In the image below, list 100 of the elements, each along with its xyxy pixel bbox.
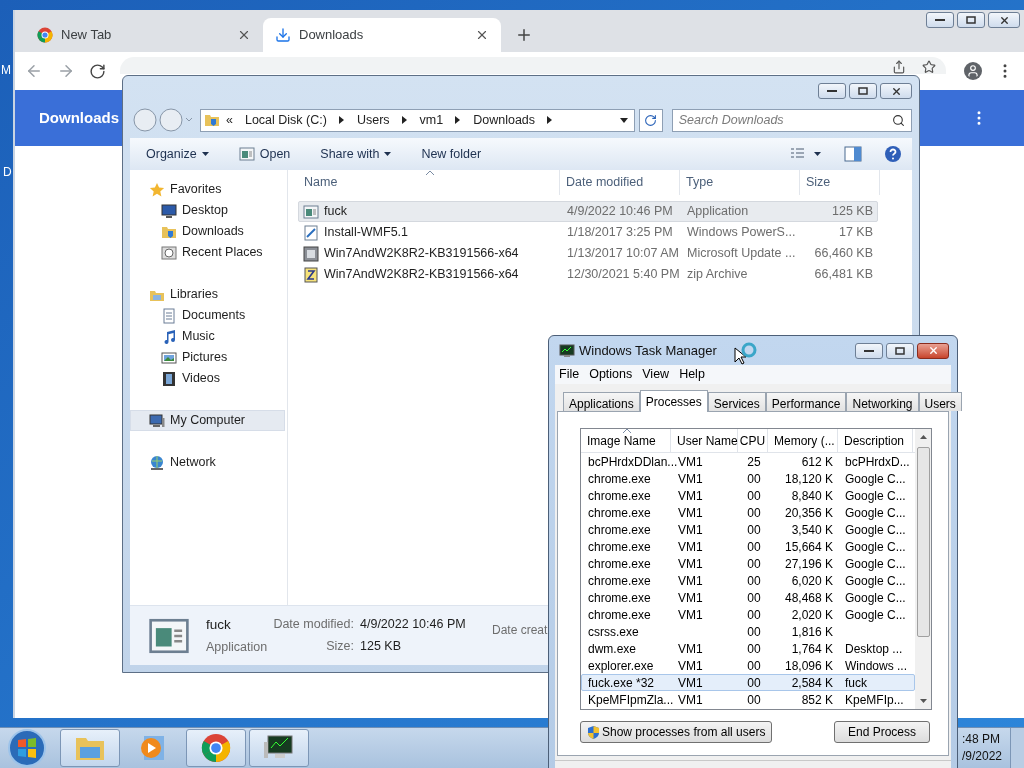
toolbar-button[interactable]: Open <box>232 141 297 167</box>
column-header[interactable]: User Name <box>671 429 738 452</box>
file-row[interactable]: Install-WMF5.1 1/18/2017 3:25 PM Windows PowerS... 17 KB <box>298 222 878 243</box>
preview-pane-icon[interactable] <box>844 146 862 162</box>
nav-item[interactable]: Desktop <box>130 200 285 221</box>
nav-item[interactable]: Downloads <box>130 221 285 242</box>
close-tab-icon[interactable] <box>237 28 251 42</box>
share-icon[interactable] <box>892 60 906 74</box>
column-header[interactable]: Description <box>838 429 913 452</box>
forward-icon[interactable] <box>57 62 75 80</box>
process-row[interactable]: chrome.exe VM1 00 27,196 K Google C... <box>581 555 915 572</box>
tab[interactable]: Applications <box>563 392 640 411</box>
file-row[interactable]: Win7AndW2K8R2-KB3191566-x64 1/13/2017 10:07 AM Microsoft Update ... 66,460 KB <box>298 243 878 264</box>
chevron-right-icon[interactable] <box>338 116 345 124</box>
process-row[interactable]: chrome.exe VM1 00 3,540 K Google C... <box>581 521 915 538</box>
maximize-button[interactable] <box>849 83 877 99</box>
scroll-thumb[interactable] <box>916 447 930 637</box>
menu-item[interactable]: Options <box>585 365 637 384</box>
nav-item[interactable]: My Computer <box>130 410 285 431</box>
process-row[interactable]: chrome.exe VM1 00 48,468 K Google C... <box>581 589 915 606</box>
breadcrumb-item[interactable]: Users <box>356 110 390 130</box>
close-button[interactable] <box>988 12 1020 28</box>
help-icon[interactable] <box>884 145 902 163</box>
process-row[interactable]: dwm.exe VM1 00 1,764 K Desktop ... <box>581 640 915 657</box>
browser-tab[interactable]: Downloads <box>263 18 501 52</box>
maximize-button[interactable] <box>957 12 985 28</box>
clock[interactable]: :48 PM /9/2022 <box>961 731 1002 765</box>
tab[interactable]: Services <box>707 392 766 411</box>
breadcrumb-item[interactable]: vm1 <box>419 110 444 130</box>
action-button[interactable]: End Process <box>834 721 930 743</box>
path-overflow-marker[interactable]: « <box>226 110 233 130</box>
search-field[interactable]: Search Downloads <box>671 108 912 132</box>
chevron-right-icon[interactable] <box>547 116 554 124</box>
minimize-button[interactable] <box>926 12 954 28</box>
refresh-button[interactable] <box>638 108 663 132</box>
close-button[interactable] <box>880 83 912 99</box>
column-header[interactable]: Name <box>298 170 560 195</box>
action-button[interactable]: Show processes from all users <box>580 721 773 743</box>
taskbar-button[interactable] <box>249 729 309 767</box>
dropdown-caret-icon[interactable] <box>619 117 628 123</box>
process-row[interactable]: fuck.exe *32 VM1 00 2,584 K fuck <box>581 674 915 691</box>
toolbar-button[interactable]: Organize <box>140 141 215 167</box>
minimize-button[interactable] <box>818 83 846 99</box>
close-button[interactable] <box>917 342 949 359</box>
process-row[interactable]: explorer.exe VM1 00 18,096 K Windows ... <box>581 657 915 674</box>
nav-item[interactable]: Favorites <box>130 179 285 200</box>
nav-item[interactable]: Documents <box>130 305 285 326</box>
nav-item[interactable]: Pictures <box>130 347 285 368</box>
breadcrumb-item[interactable]: Local Disk (C:) <box>244 110 327 130</box>
tab[interactable]: Processes <box>639 390 708 412</box>
scrollbar[interactable] <box>915 429 931 709</box>
desktop-icon-label[interactable]: M <box>1 61 11 79</box>
start-button[interactable] <box>7 728 47 768</box>
tab[interactable]: Users <box>918 392 962 411</box>
new-tab-icon[interactable] <box>515 26 533 44</box>
process-row[interactable]: chrome.exe VM1 00 6,020 K Google C... <box>581 572 915 589</box>
column-header[interactable]: Size <box>800 170 880 195</box>
column-header[interactable]: Memory (... <box>768 429 838 452</box>
file-row[interactable]: Win7AndW2K8R2-KB3191566-x64 12/30/2021 5:40 PM zip Archive 66,481 KB <box>298 264 878 285</box>
process-row[interactable]: chrome.exe VM1 00 8,840 K Google C... <box>581 487 915 504</box>
profile-icon[interactable] <box>964 62 982 80</box>
chevron-right-icon[interactable] <box>401 116 408 124</box>
process-row[interactable]: chrome.exe VM1 00 18,120 K Google C... <box>581 470 915 487</box>
reload-icon[interactable] <box>89 62 106 80</box>
column-header[interactable]: CPU <box>738 429 768 452</box>
menu-item[interactable]: File <box>555 365 584 384</box>
process-row[interactable]: chrome.exe VM1 00 20,356 K Google C... <box>581 504 915 521</box>
tab[interactable]: Networking <box>846 392 919 411</box>
breadcrumb-bar[interactable]: « Local Disk (C:) Users vm1 Downloads <box>200 108 635 132</box>
minimize-button[interactable] <box>855 342 883 359</box>
toolbar-button[interactable]: Share with <box>314 141 398 167</box>
sort-ascending-icon[interactable] <box>426 171 434 175</box>
process-row[interactable]: KpeMFIpmZla... VM1 00 852 K KpeMFIp... <box>581 691 915 708</box>
process-row[interactable]: chrome.exe VM1 00 15,664 K Google C... <box>581 538 915 555</box>
maximize-button[interactable] <box>886 342 914 359</box>
menu-item[interactable]: Help <box>675 365 709 384</box>
nav-item[interactable]: Recent Places <box>130 242 285 263</box>
process-row[interactable]: bcPHrdxDDlan...VM1 25 612 K bcPHrdxD... <box>581 453 915 470</box>
chevron-right-icon[interactable] <box>455 116 462 124</box>
bookmark-star-icon[interactable] <box>922 60 936 74</box>
nav-item[interactable]: Libraries <box>130 284 285 305</box>
column-header[interactable]: Image Name <box>581 429 671 452</box>
process-row[interactable]: chrome.exe VM1 00 2,020 K Google C... <box>581 606 915 623</box>
process-row[interactable]: csrss.exe 00 1,816 K <box>581 623 915 640</box>
nav-item[interactable]: Videos <box>130 368 285 389</box>
toolbar-button[interactable]: New folder <box>415 141 488 167</box>
back-icon[interactable] <box>25 62 43 80</box>
view-options-icon[interactable] <box>790 147 822 161</box>
scroll-up-icon[interactable] <box>919 435 927 439</box>
nav-item[interactable]: Network <box>130 452 285 473</box>
close-tab-icon[interactable] <box>475 28 489 42</box>
file-row[interactable]: fuck 4/9/2022 10:46 PM Application 125 KB <box>298 201 878 222</box>
menu-item[interactable]: View <box>638 365 674 384</box>
desktop-icon-label[interactable]: D <box>3 163 12 181</box>
column-header[interactable]: Date modified <box>560 170 680 195</box>
column-header[interactable]: Type <box>680 170 800 195</box>
tab[interactable]: Performance <box>765 392 847 411</box>
scroll-down-icon[interactable] <box>919 699 927 703</box>
sort-ascending-icon[interactable] <box>623 429 631 433</box>
breadcrumb-item[interactable]: Downloads <box>473 110 536 130</box>
